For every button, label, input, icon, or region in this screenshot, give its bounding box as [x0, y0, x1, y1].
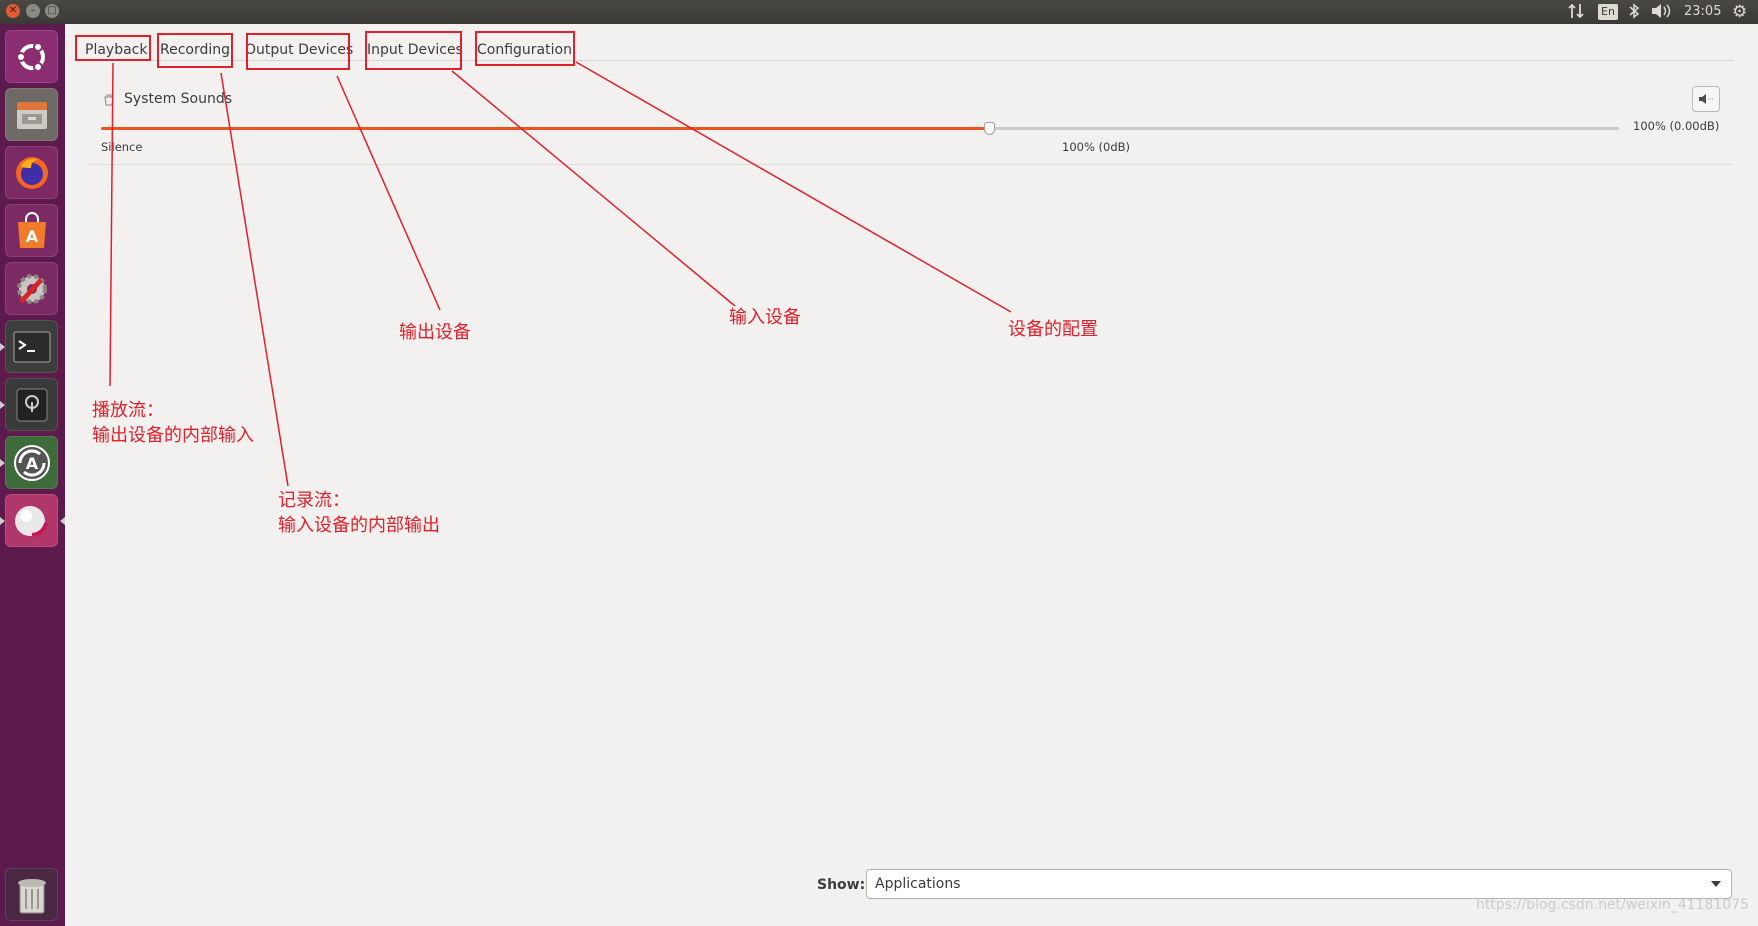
safe-icon[interactable] [5, 378, 58, 431]
annotation-box-input-devices [365, 31, 462, 70]
row-separator [88, 164, 1733, 165]
svg-text:A: A [25, 227, 38, 246]
clock[interactable]: 23:05 [1684, 2, 1721, 22]
annotation-input-devices: 输入设备 [729, 307, 801, 328]
updater-icon[interactable]: A [5, 436, 58, 489]
annotation-configuration: 设备的配置 [1008, 319, 1098, 340]
annotation-lines [109, 61, 1012, 487]
settings-wrench-icon[interactable] [5, 262, 58, 315]
firefox-icon[interactable] [5, 146, 58, 199]
shopping-bag-icon[interactable]: A [5, 204, 58, 257]
show-dropdown[interactable]: Applications [866, 869, 1732, 899]
top-panel: ✕ – □ En 23:05 ⚙ [0, 0, 1758, 24]
annotation-line-input [451, 70, 736, 307]
keyboard-layout-indicator[interactable]: En [1598, 4, 1618, 20]
show-dropdown-value: Applications [875, 876, 961, 892]
slider-fill [101, 127, 989, 130]
annotation-box-output-devices [246, 33, 350, 70]
stream-name: System Sounds [124, 91, 233, 107]
ubuntu-logo-icon[interactable] [5, 30, 58, 83]
terminal-icon[interactable] [5, 320, 58, 373]
close-button[interactable]: ✕ [6, 4, 20, 18]
svg-text:A: A [25, 454, 38, 473]
volume-icon[interactable] [1650, 2, 1672, 22]
annotation-recording: 记录流： 输入设备的内部输出 [278, 490, 440, 536]
file-cabinet-icon[interactable] [5, 88, 58, 141]
zero-db-marker-label: 100% (0dB) [1062, 140, 1131, 154]
keyboard-layout-label: En [1601, 5, 1615, 18]
annotation-box-configuration [475, 31, 575, 66]
active-indicator [60, 517, 65, 525]
annotation-output-devices: 输出设备 [399, 322, 471, 343]
volume-slider[interactable] [101, 122, 1619, 135]
transfer-arrows-icon[interactable] [1568, 2, 1584, 22]
speaker-ball-icon[interactable] [5, 494, 58, 547]
annotation-line-output [336, 75, 441, 311]
annotation-line-playback [109, 62, 114, 387]
trash-icon[interactable] [5, 868, 58, 921]
show-label: Show: [817, 877, 866, 893]
watermark: https://blog.csdn.net/weixin_41181075 [1476, 897, 1750, 913]
minimize-button[interactable]: – [26, 4, 40, 18]
annotation-box-recording [157, 33, 233, 68]
annotation-box-playback [75, 35, 151, 61]
running-indicator [0, 459, 5, 467]
maximize-button[interactable]: □ [45, 4, 59, 18]
running-indicator [0, 517, 5, 525]
running-indicator [0, 343, 5, 351]
mute-button[interactable] [1692, 86, 1720, 112]
annotation-playback: 播放流： 输出设备的内部输入 [92, 400, 254, 446]
bluetooth-icon[interactable] [1628, 2, 1640, 22]
launcher: A A [0, 24, 65, 926]
running-indicator [0, 401, 5, 409]
chevron-down-icon [1711, 881, 1721, 887]
slider-thumb[interactable] [984, 122, 995, 135]
annotation-line-configuration [575, 61, 1012, 313]
speaker-mute-icon [1699, 94, 1713, 104]
volume-label: 100% (0.00dB) [1633, 119, 1720, 133]
silence-label: Silence [101, 140, 143, 154]
gear-icon[interactable]: ⚙ [1732, 2, 1747, 22]
stream-app-icon [102, 92, 116, 111]
